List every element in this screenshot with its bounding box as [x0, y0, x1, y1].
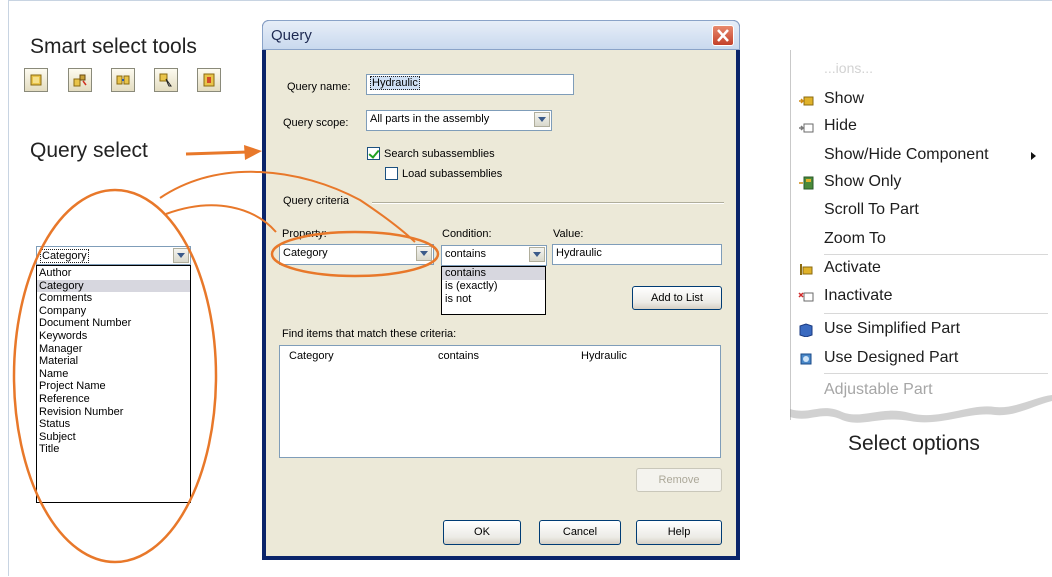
query-criteria-divider: [372, 202, 724, 204]
value-input[interactable]: Hydraulic: [552, 244, 722, 265]
condition-option[interactable]: is (exactly): [442, 280, 545, 293]
category-combobox[interactable]: Category: [36, 246, 191, 265]
find-items-label: Find items that match these criteria:: [282, 328, 457, 340]
load-subassemblies-checkbox[interactable]: [385, 167, 398, 180]
category-option[interactable]: Status: [37, 418, 190, 431]
menu-item-show-hide-component[interactable]: Show/Hide Component: [824, 146, 989, 164]
query-scope-select[interactable]: All parts in the assembly: [366, 110, 552, 131]
query-select-caption: Query select: [30, 139, 148, 162]
result-condition: contains: [438, 350, 479, 362]
condition-select[interactable]: contains: [441, 245, 547, 266]
menu-separator: [824, 373, 1048, 374]
query-scope-label: Query scope:: [283, 117, 349, 129]
category-option[interactable]: Revision Number: [37, 406, 190, 419]
menu-separator: [824, 254, 1048, 255]
query-name-value: Hydraulic: [370, 76, 420, 90]
dialog-titlebar[interactable]: Query: [262, 20, 740, 50]
help-button[interactable]: Help: [636, 520, 722, 545]
chevron-down-icon[interactable]: [529, 247, 545, 262]
condition-label: Condition:: [442, 228, 492, 240]
tool-select-component-button[interactable]: [24, 68, 48, 92]
criteria-results-list[interactable]: Category contains Hydraulic: [279, 345, 721, 458]
tool-select-similar-button[interactable]: [111, 68, 135, 92]
menu-item-use-designed-part[interactable]: Use Designed Part: [824, 349, 958, 367]
category-option[interactable]: Manager: [37, 343, 190, 356]
result-value: Hydraulic: [581, 350, 627, 362]
load-subassemblies-label: Load subassemblies: [402, 168, 503, 180]
torn-edge-shadow: [790, 395, 1052, 423]
menu-item-scroll-to-part[interactable]: Scroll To Part: [824, 201, 919, 219]
category-option[interactable]: Subject: [37, 431, 190, 444]
chevron-down-icon[interactable]: [534, 112, 550, 127]
query-scope-value: All parts in the assembly: [370, 113, 490, 125]
select-by-size-icon: [73, 74, 87, 87]
category-option[interactable]: Name: [37, 368, 190, 381]
submenu-arrow-icon: [1031, 152, 1036, 160]
category-dropdown-list[interactable]: Author Category Comments Company Document Nu…: [36, 265, 191, 503]
query-name-label: Query name:: [287, 81, 351, 93]
property-label: Property:: [282, 228, 327, 240]
category-option[interactable]: Author: [37, 267, 190, 280]
hide-icon: [799, 123, 814, 133]
category-option[interactable]: Material: [37, 355, 190, 368]
menu-item-inactivate[interactable]: Inactivate: [824, 287, 892, 305]
close-button[interactable]: [712, 25, 734, 46]
category-option[interactable]: Company: [37, 305, 190, 318]
show-icon: [799, 96, 814, 106]
condition-option[interactable]: is not: [442, 293, 545, 306]
condition-value: contains: [445, 248, 486, 260]
add-to-list-button[interactable]: Add to List: [632, 286, 722, 310]
category-option[interactable]: Document Number: [37, 317, 190, 330]
menu-item-use-simplified-part[interactable]: Use Simplified Part: [824, 320, 960, 338]
context-menu: ...ions... Show Hide Show/Hide Component…: [790, 50, 1052, 433]
ok-button[interactable]: OK: [443, 520, 521, 545]
select-by-plane-icon: [159, 73, 172, 87]
chevron-down-icon[interactable]: [173, 248, 189, 263]
close-icon: [717, 29, 729, 42]
dialog-title: Query: [271, 27, 312, 44]
chevron-down-icon[interactable]: [416, 246, 432, 261]
show-only-icon: [799, 176, 814, 190]
search-subassemblies-label: Search subassemblies: [384, 148, 495, 160]
tool-select-by-size-button[interactable]: [68, 68, 92, 92]
property-select[interactable]: Category: [279, 244, 434, 265]
category-option[interactable]: Comments: [37, 292, 190, 305]
menu-item-show[interactable]: Show: [824, 90, 864, 108]
cancel-button[interactable]: Cancel: [539, 520, 621, 545]
remove-button[interactable]: Remove: [636, 468, 722, 492]
select-options-caption: Select options: [848, 432, 980, 455]
category-option[interactable]: Keywords: [37, 330, 190, 343]
smart-select-tools-caption: Smart select tools: [30, 35, 197, 58]
tool-select-by-plane-button[interactable]: [154, 68, 178, 92]
category-option[interactable]: Reference: [37, 393, 190, 406]
condition-dropdown-list[interactable]: contains is (exactly) is not: [441, 266, 546, 315]
tool-select-internal-button[interactable]: [197, 68, 221, 92]
menu-partial-top-item: ...ions...: [824, 60, 874, 76]
condition-option[interactable]: contains: [442, 267, 545, 280]
select-component-icon: [30, 74, 42, 86]
menu-item-activate[interactable]: Activate: [824, 259, 881, 277]
value-input-text: Hydraulic: [556, 247, 602, 259]
category-option[interactable]: Title: [37, 443, 190, 456]
category-option[interactable]: Project Name: [37, 380, 190, 393]
menu-item-hide[interactable]: Hide: [824, 117, 857, 135]
property-value: Category: [283, 247, 328, 259]
value-label: Value:: [553, 228, 584, 240]
designed-part-icon: [800, 353, 812, 365]
simplified-part-icon: [799, 323, 813, 337]
select-internal-icon: [203, 73, 215, 87]
context-menu-edge: [790, 50, 791, 420]
activate-icon: [800, 264, 813, 275]
result-property: Category: [289, 350, 334, 362]
menu-item-zoom-to[interactable]: Zoom To: [824, 230, 886, 248]
menu-item-show-only[interactable]: Show Only: [824, 173, 901, 191]
query-name-input[interactable]: Hydraulic: [366, 74, 574, 95]
search-subassemblies-checkbox[interactable]: [367, 147, 380, 160]
menu-separator: [824, 313, 1048, 314]
query-criteria-groupbox-label: Query criteria: [283, 195, 350, 207]
select-similar-icon: [116, 75, 130, 85]
category-option[interactable]: Category: [37, 279, 190, 293]
category-combobox-value: Category: [40, 249, 89, 263]
inactivate-icon: [798, 292, 814, 302]
